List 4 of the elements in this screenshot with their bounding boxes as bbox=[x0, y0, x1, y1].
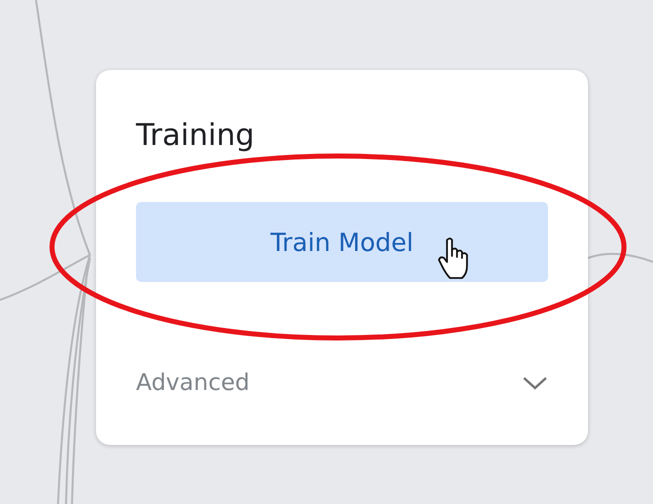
card-title: Training bbox=[136, 117, 256, 155]
train-model-button[interactable]: Train Model bbox=[136, 202, 548, 282]
advanced-label: Advanced bbox=[136, 370, 250, 396]
chevron-icon[interactable] bbox=[522, 375, 548, 391]
